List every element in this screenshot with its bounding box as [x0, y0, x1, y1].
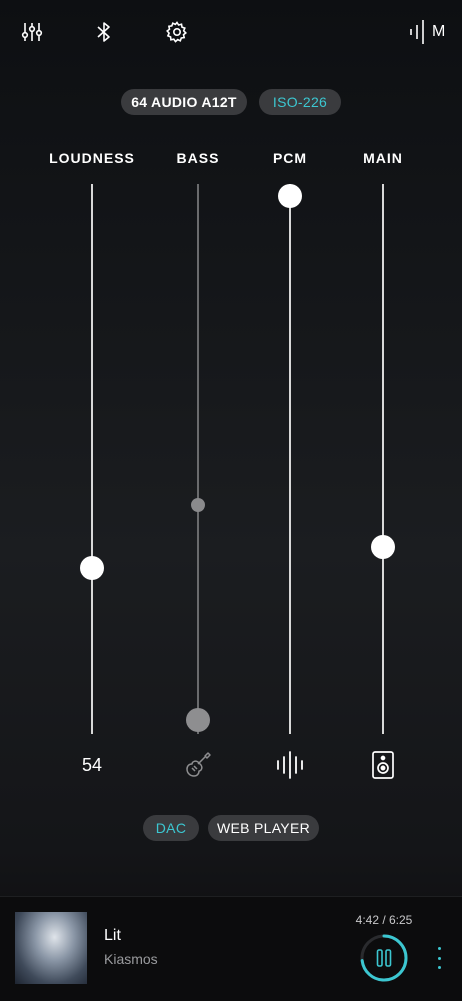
bluetooth-icon[interactable]: [90, 18, 118, 46]
guitar-icon[interactable]: [181, 748, 215, 782]
equalizer-icon[interactable]: [18, 18, 46, 46]
progress-ring: [360, 934, 408, 982]
now-playing-bar[interactable]: Lit Kiasmos 4:42 / 6:25: [0, 896, 462, 1001]
track-title: Lit: [104, 927, 121, 944]
pcm-label: PCM: [272, 150, 308, 166]
bass-target-marker: [191, 498, 205, 513]
pcm-slider-thumb[interactable]: [278, 184, 302, 208]
bass-slider-track[interactable]: [197, 184, 199, 734]
pause-icon: [376, 949, 383, 967]
pcm-slider-track[interactable]: [289, 184, 291, 734]
main-slider-track[interactable]: [382, 184, 384, 734]
loudness-value: 54: [81, 755, 103, 775]
gear-icon[interactable]: [163, 18, 191, 46]
waveform-mode-icon: [410, 20, 424, 44]
track-time: 4:42 / 6:25: [355, 913, 413, 927]
device-chip[interactable]: 64 AUDIO A12T: [121, 89, 247, 115]
play-pause-button[interactable]: [359, 933, 409, 983]
album-art[interactable]: [15, 912, 87, 984]
waveform-icon[interactable]: [273, 748, 307, 782]
main-slider-thumb[interactable]: [371, 535, 395, 560]
loudness-slider-track[interactable]: [91, 184, 93, 734]
main-label: MAIN: [363, 150, 403, 166]
speaker-icon[interactable]: [366, 748, 400, 782]
dac-chip[interactable]: DAC: [143, 815, 199, 841]
mode-label: M: [432, 23, 446, 40]
curve-chip[interactable]: ISO-226: [259, 89, 341, 115]
bass-slider-thumb[interactable]: [186, 708, 210, 732]
loudness-slider-thumb[interactable]: [80, 556, 104, 581]
track-artist: Kiasmos: [104, 951, 158, 967]
more-options-icon[interactable]: [432, 947, 446, 969]
web-player-chip[interactable]: WEB PLAYER: [208, 815, 319, 841]
mode-switch[interactable]: M: [408, 18, 445, 46]
bass-label: BASS: [176, 150, 220, 166]
loudness-label: LOUDNESS: [49, 150, 135, 166]
